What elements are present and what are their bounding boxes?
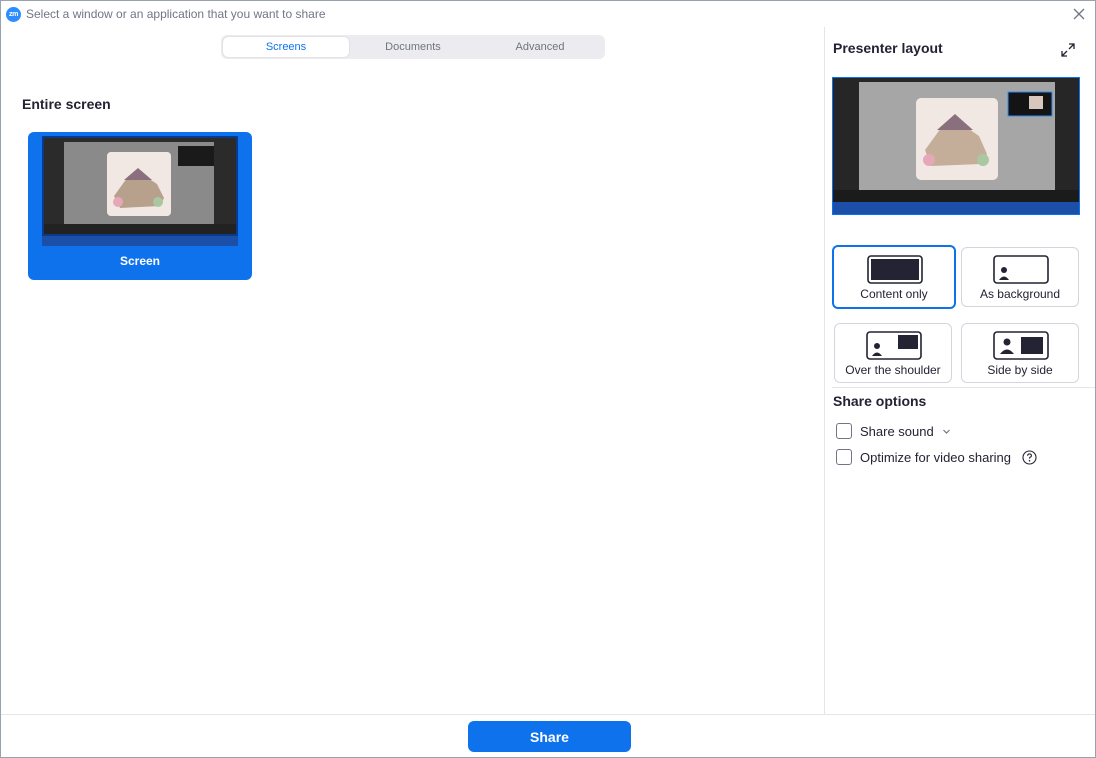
screen-thumbnail (42, 136, 238, 246)
tab-documents[interactable]: Documents (350, 37, 476, 57)
layout-content-only[interactable]: Content only (832, 245, 956, 309)
optimize-video-row: Optimize for video sharing (836, 448, 1037, 466)
chevron-down-icon[interactable] (942, 427, 951, 436)
optimize-video-checkbox[interactable] (836, 449, 852, 465)
share-button[interactable]: Share (468, 721, 631, 752)
pane-divider (824, 27, 825, 715)
as-background-icon (993, 255, 1049, 284)
dialog-title: Select a window or an application that y… (26, 7, 326, 21)
tab-advanced[interactable]: Advanced (477, 37, 603, 57)
help-icon[interactable] (1022, 449, 1037, 465)
right-pane-divider (832, 387, 1095, 388)
layout-over-the-shoulder[interactable]: Over the shoulder (834, 323, 952, 383)
entire-screen-heading: Entire screen (22, 96, 111, 112)
share-options-heading: Share options (833, 393, 927, 409)
share-sound-label[interactable]: Share sound (860, 424, 934, 439)
zoom-logo-icon: zm (6, 7, 21, 22)
share-screen-dialog: zm Select a window or an application tha… (0, 0, 1096, 758)
over-shoulder-icon (866, 331, 922, 360)
layout-over-the-shoulder-label: Over the shoulder (845, 363, 941, 377)
screen-option-card[interactable]: Screen (28, 132, 252, 280)
layout-as-background[interactable]: As background (961, 247, 1079, 307)
footer-divider (1, 714, 1095, 715)
presenter-layout-preview (832, 77, 1080, 215)
share-sound-checkbox[interactable] (836, 423, 852, 439)
layout-side-by-side-label: Side by side (987, 363, 1053, 377)
presenter-layout-heading: Presenter layout (833, 40, 943, 56)
content-only-icon (867, 255, 923, 284)
expand-icon[interactable] (1060, 42, 1076, 58)
layout-content-only-label: Content only (860, 287, 928, 301)
title-bar: zm Select a window or an application tha… (1, 1, 1095, 27)
optimize-video-label[interactable]: Optimize for video sharing (860, 450, 1011, 465)
tab-screens[interactable]: Screens (223, 37, 349, 57)
layout-as-background-label: As background (979, 287, 1061, 301)
share-type-tabs: Screens Documents Advanced (221, 35, 605, 59)
layout-side-by-side[interactable]: Side by side (961, 323, 1079, 383)
screen-label: Screen (119, 254, 161, 268)
side-by-side-icon (993, 331, 1049, 360)
share-sound-row: Share sound (836, 422, 951, 440)
close-icon[interactable] (1071, 6, 1087, 22)
